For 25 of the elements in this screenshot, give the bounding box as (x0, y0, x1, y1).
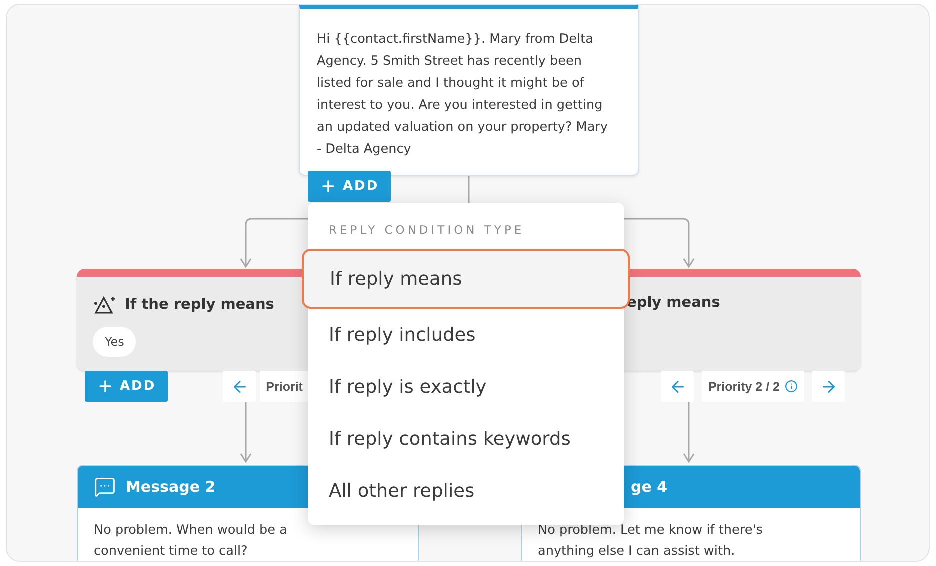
message-title: Message 2 (126, 478, 216, 496)
message-text: Hi {{contact.firstName}}. Mary from Delta Agency. 5 Smith Street has recently been listed for sale and I thought it might be of interest to you. Are you interested in getting an updated valuation on your property? Mary - Delta Agency (317, 31, 610, 159)
chat-icon (94, 476, 116, 498)
menu-item[interactable]: If reply includes (308, 309, 624, 361)
sparkle-triangle-icon (93, 295, 117, 315)
condition-tag: Yes (93, 327, 136, 357)
connector-arrow (683, 401, 695, 464)
menu-heading: REPLY CONDITION TYPE (328, 223, 526, 237)
priority-label: Priorit (260, 371, 309, 402)
menu-item[interactable]: If reply contains keywords (308, 413, 624, 465)
connector-arrow (240, 401, 252, 464)
message-title: ge 4 (631, 478, 668, 496)
condition-title: If the reply means (125, 297, 274, 313)
message-text: No problem. Let me know if there's anything else I can assist with. (537, 522, 764, 561)
previous-button[interactable] (223, 371, 256, 402)
previous-button[interactable] (661, 371, 694, 402)
priority-label: Priority 2 / 2 (702, 371, 804, 402)
condition-title: eply means (627, 295, 720, 311)
info-icon[interactable] (785, 380, 798, 393)
next-button[interactable] (812, 371, 845, 402)
plus-icon (97, 378, 114, 395)
plus-icon (320, 178, 337, 195)
menu-item[interactable]: All other replies (308, 465, 624, 517)
menu-item[interactable]: If reply is exactly (308, 361, 624, 413)
message-text: No problem. When would be a convenient time to call? (93, 522, 288, 561)
